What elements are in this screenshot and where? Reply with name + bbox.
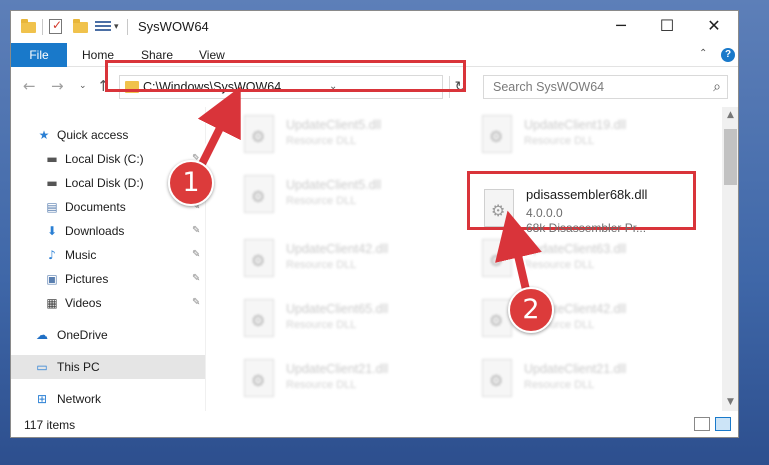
step-2-callout: 2 — [508, 287, 554, 333]
arrow-1 — [196, 86, 241, 170]
annotation-arrows — [194, 86, 542, 300]
step-1-callout: 1 — [168, 160, 214, 206]
